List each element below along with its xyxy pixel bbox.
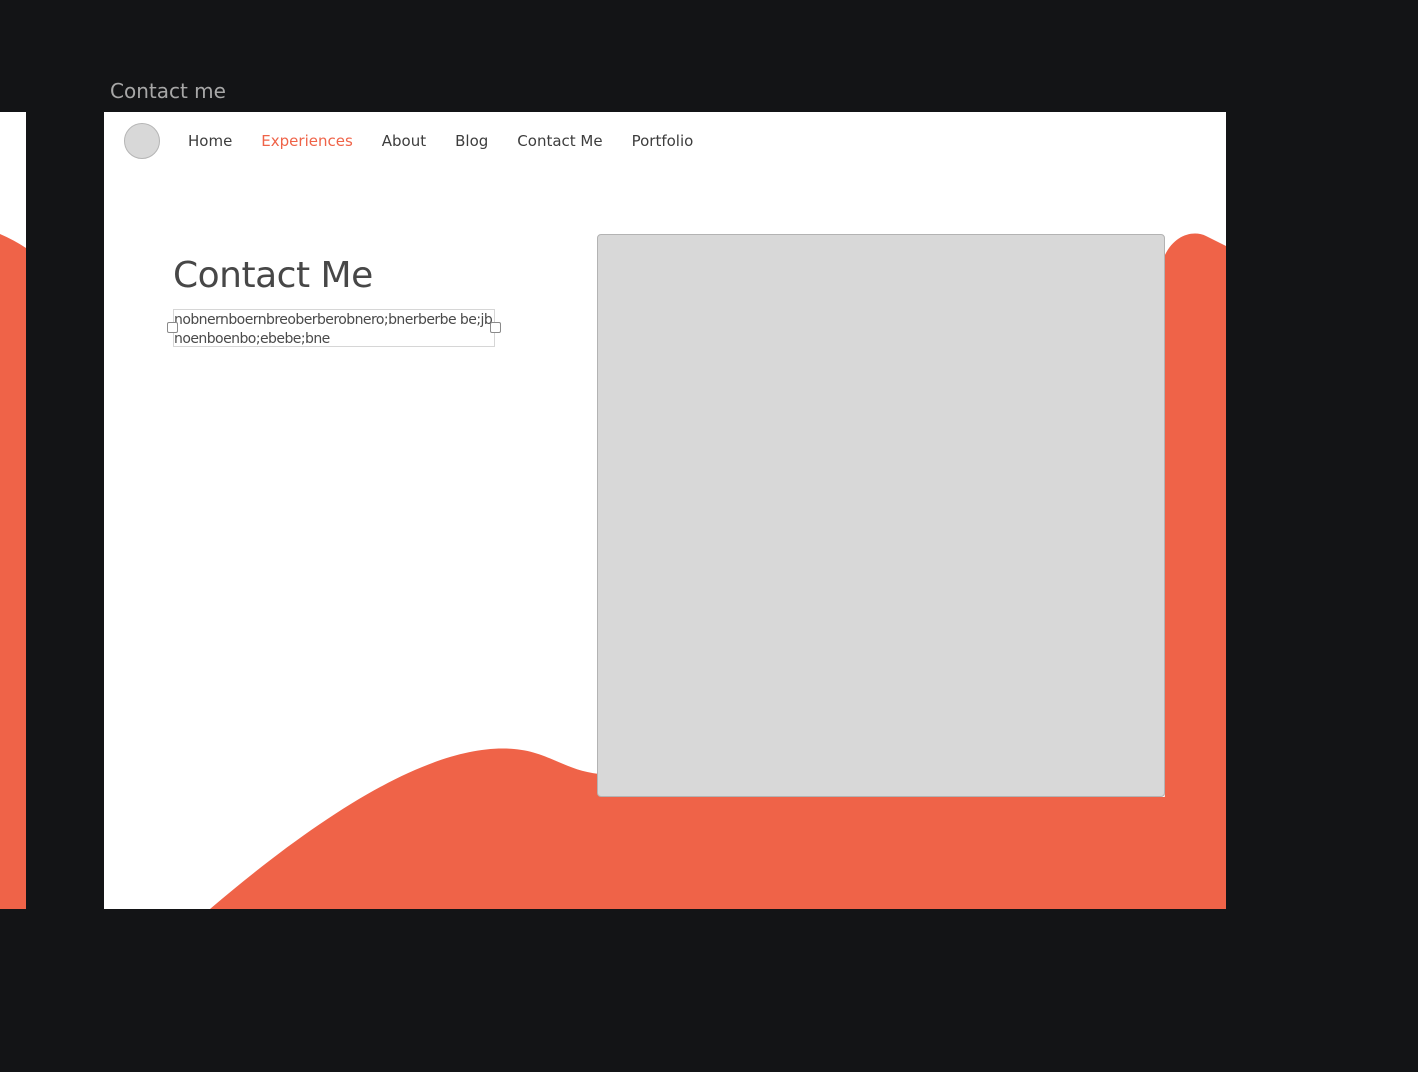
- contact-artboard[interactable]: Home Experiences About Blog Contact Me P…: [104, 112, 1226, 909]
- nav-item-blog[interactable]: Blog: [455, 132, 488, 150]
- main-navigation: Home Experiences About Blog Contact Me P…: [124, 123, 722, 159]
- nav-item-experiences[interactable]: Experiences: [261, 132, 352, 150]
- artboard-label[interactable]: Contact me: [110, 79, 226, 103]
- body-text[interactable]: nobnernboernbreoberberobnero;bnerberbe b…: [174, 311, 496, 349]
- adjacent-artboard[interactable]: [0, 112, 26, 909]
- logo-placeholder[interactable]: [124, 123, 160, 159]
- nav-item-portfolio[interactable]: Portfolio: [632, 132, 694, 150]
- resize-handle-left[interactable]: [167, 322, 178, 333]
- page-title: Contact Me: [173, 255, 373, 296]
- selected-text-box[interactable]: nobnernboernbreoberberobnero;bnerberbe b…: [167, 309, 501, 349]
- nav-item-contact-me[interactable]: Contact Me: [517, 132, 602, 150]
- resize-handle-right[interactable]: [490, 322, 501, 333]
- image-placeholder[interactable]: [597, 234, 1165, 797]
- nav-item-home[interactable]: Home: [188, 132, 232, 150]
- bottom-wave-fill: [504, 797, 1226, 909]
- nav-item-about[interactable]: About: [382, 132, 426, 150]
- adjacent-artboard-wave: [0, 234, 26, 909]
- design-canvas[interactable]: Contact me Home Experiences About Blog C…: [0, 0, 1418, 1072]
